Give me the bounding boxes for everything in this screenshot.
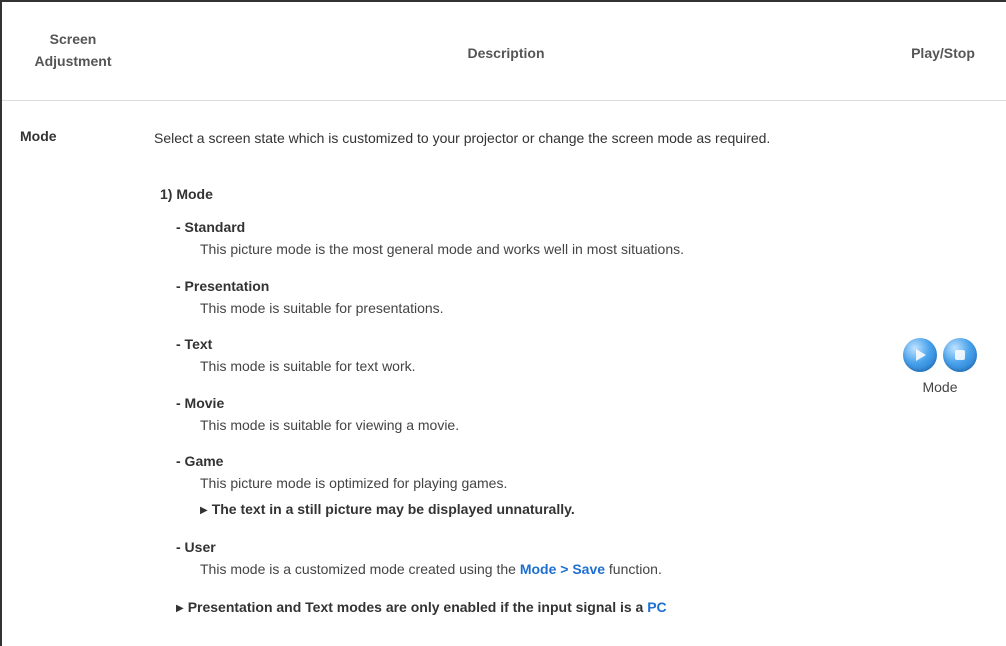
play-caption: Mode [922,379,958,395]
header-play-stop: Play/Stop [911,45,975,61]
pc-link[interactable]: PC [647,599,666,615]
header-divider [2,100,1006,101]
mode-save-link[interactable]: Mode > Save [520,561,605,577]
mode-item-movie: - Movie This mode is suitable for viewin… [176,395,460,433]
stop-icon [955,350,965,360]
stop-button[interactable] [943,338,977,372]
final-note: ▶ Presentation and Text modes are only en… [176,599,667,615]
mode-item-presentation: - Presentation This mode is suitable for… [176,278,444,316]
header-screen-adjustment: Screen Adjustment [34,31,112,69]
mode-item-user: - User This mode is a customized mode cr… [176,539,662,577]
triangle-right-icon: ▶ [176,603,184,614]
section-title: 1) Mode [160,186,213,202]
mode-item-game: - Game This picture mode is optimized fo… [176,450,575,523]
mode-item-standard: - Standard This picture mode is the most… [176,219,684,257]
play-icon [916,349,926,361]
triangle-right-icon: ▶ [200,505,208,516]
header-description: Description [467,45,545,61]
play-stop-controls: Mode [878,338,1002,395]
game-note: ▶ The text in a still picture may be disp… [200,501,575,517]
mode-item-text: - Text This mode is suitable for text wo… [176,336,416,374]
table-header: Screen Adjustment Description Play/Stop [0,0,1006,102]
row-label-mode: Mode [20,128,57,144]
mode-description: Select a screen state which is customize… [154,130,771,146]
play-button[interactable] [903,338,937,372]
